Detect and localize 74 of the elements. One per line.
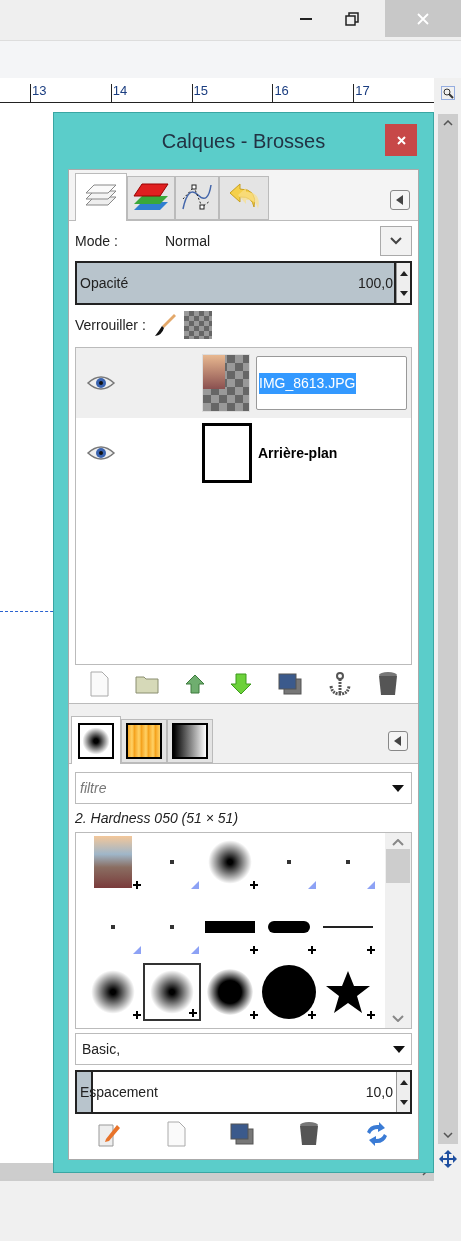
tab-menu-button[interactable] <box>388 731 408 751</box>
eye-icon[interactable] <box>86 375 116 391</box>
gradient-swatch-icon <box>172 723 208 759</box>
close-button[interactable] <box>385 124 417 156</box>
down-triangle-icon <box>399 290 408 296</box>
brush-scrollbar[interactable] <box>385 833 411 1028</box>
close-icon <box>417 12 429 25</box>
up-triangle-icon <box>399 1079 408 1085</box>
ruler-label: 13 <box>31 84 47 97</box>
line-brush <box>322 926 373 928</box>
layer-thumbnail <box>202 423 252 483</box>
duplicate-icon[interactable] <box>230 1123 255 1145</box>
mode-dropdown-button[interactable] <box>380 226 412 256</box>
down-chevron-icon[interactable] <box>392 1015 404 1022</box>
up-arrow-icon[interactable] <box>184 674 205 694</box>
down-arrow-icon[interactable] <box>230 673 253 695</box>
dot-brush <box>287 860 292 864</box>
circle-brush <box>262 965 317 1019</box>
photo-placeholder <box>94 836 133 888</box>
mode-value: Normal <box>165 231 212 251</box>
edit-pencil-icon[interactable] <box>96 1121 121 1147</box>
left-triangle-icon <box>394 736 402 746</box>
vertical-scrollbar[interactable] <box>437 114 458 1144</box>
duplicate-icon[interactable] <box>278 673 303 695</box>
dock-tab[interactable] <box>121 719 167 763</box>
brush-cell[interactable] <box>142 963 202 1021</box>
ruler-label: 14 <box>111 84 128 97</box>
trash-icon[interactable] <box>377 671 400 697</box>
ruler-label: 15 <box>192 84 209 97</box>
ruler-label: 16 <box>273 84 289 97</box>
close-icon <box>396 135 406 145</box>
zoom-icon[interactable] <box>440 86 455 100</box>
restore-icon <box>345 11 359 26</box>
star-brush <box>324 970 371 1014</box>
tag-field[interactable]: Basic, <box>75 1033 412 1065</box>
ruler-label: 17 <box>354 84 370 97</box>
dot-brush <box>111 925 116 929</box>
trash-icon[interactable] <box>298 1121 321 1147</box>
dot-brush <box>345 860 350 864</box>
dot-brush <box>169 860 174 864</box>
filter-field[interactable]: filtre <box>75 772 412 804</box>
move-icon[interactable] <box>438 1150 457 1168</box>
pattern-swatch-icon <box>126 723 162 759</box>
anchor-icon[interactable] <box>327 672 352 696</box>
dialog-title: Calques - Brosses <box>161 129 326 154</box>
layer-name: Arrière-plan <box>258 445 338 461</box>
soft-brush-icon <box>78 722 114 759</box>
eye-icon[interactable] <box>86 445 116 461</box>
left-triangle-icon <box>396 195 404 205</box>
dock-tab[interactable] <box>71 716 121 764</box>
minimize-icon <box>300 17 312 20</box>
soft-brush <box>207 969 254 1015</box>
dock-tab[interactable] <box>167 719 213 763</box>
chevron-down-icon <box>390 237 402 245</box>
down-chevron-icon[interactable] <box>442 1132 453 1138</box>
layer-thumbnail <box>202 354 250 412</box>
down-triangle-icon <box>399 1099 408 1105</box>
brush-name: 2. Hardness 050 (51 × 51) <box>75 809 240 828</box>
ellipse-brush <box>268 921 311 933</box>
up-chevron-icon[interactable] <box>442 120 453 126</box>
up-triangle-icon <box>399 270 408 276</box>
spin-buttons[interactable] <box>396 1072 410 1112</box>
up-chevron-icon[interactable] <box>392 839 404 846</box>
tab-menu-button[interactable] <box>390 190 410 210</box>
lock-label: Verrouiller : <box>75 315 146 335</box>
rectangle-brush <box>205 921 256 933</box>
paintbrush-icon[interactable] <box>153 313 176 337</box>
dropdown-arrow-icon[interactable] <box>393 1045 405 1053</box>
spin-buttons[interactable] <box>396 263 410 303</box>
checkerboard-icon[interactable] <box>183 311 212 339</box>
dot-brush <box>169 925 174 929</box>
mode-label: Mode : <box>75 231 119 251</box>
dropdown-arrow-icon[interactable] <box>392 785 404 792</box>
scrollbar-thumb[interactable] <box>386 848 410 883</box>
